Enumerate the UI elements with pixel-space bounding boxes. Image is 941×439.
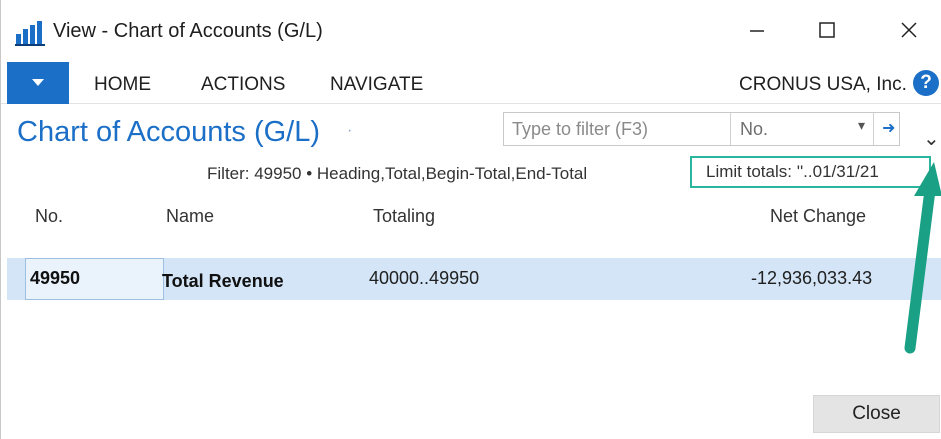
company-name[interactable]: CRONUS USA, Inc.	[739, 74, 907, 96]
column-header-net-change[interactable]: Net Change	[770, 206, 866, 227]
ribbon: HOME ACTIONS NAVIGATE CRONUS USA, Inc. ?	[1, 62, 941, 104]
minimize-icon	[748, 21, 766, 44]
page-title: Chart of Accounts (G/L)	[17, 116, 321, 148]
tab-navigate[interactable]: NAVIGATE	[330, 74, 423, 96]
maximize-button[interactable]	[807, 14, 847, 50]
close-icon	[900, 21, 918, 44]
ribbon-menu-button[interactable]	[7, 62, 69, 104]
page-title-menu-dot[interactable]: ·	[347, 122, 352, 140]
window-title: View - Chart of Accounts (G/L)	[53, 20, 323, 42]
limit-totals-filter[interactable]: Limit totals: ''..01/31/21	[690, 156, 931, 188]
caret-down-icon	[31, 74, 45, 92]
title-bar: View - Chart of Accounts (G/L)	[1, 0, 941, 62]
filter-divider	[873, 113, 874, 145]
close-button[interactable]: Close	[813, 395, 940, 433]
cell-totaling[interactable]: 40000..49950	[369, 268, 479, 289]
column-header-totaling[interactable]: Totaling	[373, 206, 435, 227]
search-filter-box: Type to filter (F3) No. ▾ ➜	[503, 112, 900, 146]
annotation-arrow-icon	[896, 160, 941, 355]
tab-actions[interactable]: ACTIONS	[201, 74, 285, 96]
cell-name[interactable]: Total Revenue	[162, 271, 284, 292]
minimize-button[interactable]	[737, 14, 777, 50]
tab-home[interactable]: HOME	[94, 74, 151, 96]
maximize-icon	[818, 21, 836, 44]
chevron-down-icon[interactable]: ▾	[858, 117, 865, 134]
search-input[interactable]: Type to filter (F3)	[512, 119, 648, 140]
column-header-name[interactable]: Name	[166, 206, 214, 227]
filter-divider	[730, 113, 731, 145]
column-header-no[interactable]: No.	[35, 206, 63, 227]
dialog-window: View - Chart of Accounts (G/L) HOME ACTI…	[0, 0, 941, 439]
table-row[interactable]: 49950 Total Revenue 40000..49950 -12,936…	[7, 258, 941, 300]
filter-field-select[interactable]: No.	[740, 119, 768, 140]
cell-no[interactable]: 49950	[25, 258, 164, 300]
help-icon[interactable]: ?	[913, 70, 939, 96]
close-window-button[interactable]	[889, 14, 929, 50]
expand-chevron-icon[interactable]: ⌄	[923, 126, 940, 151]
filter-summary: Filter: 49950 • Heading,Total,Begin-Tota…	[207, 164, 588, 183]
chart-app-icon	[15, 20, 45, 46]
arrow-right-icon[interactable]: ➜	[882, 118, 895, 138]
cell-net-change[interactable]: -12,936,033.43	[751, 268, 872, 289]
